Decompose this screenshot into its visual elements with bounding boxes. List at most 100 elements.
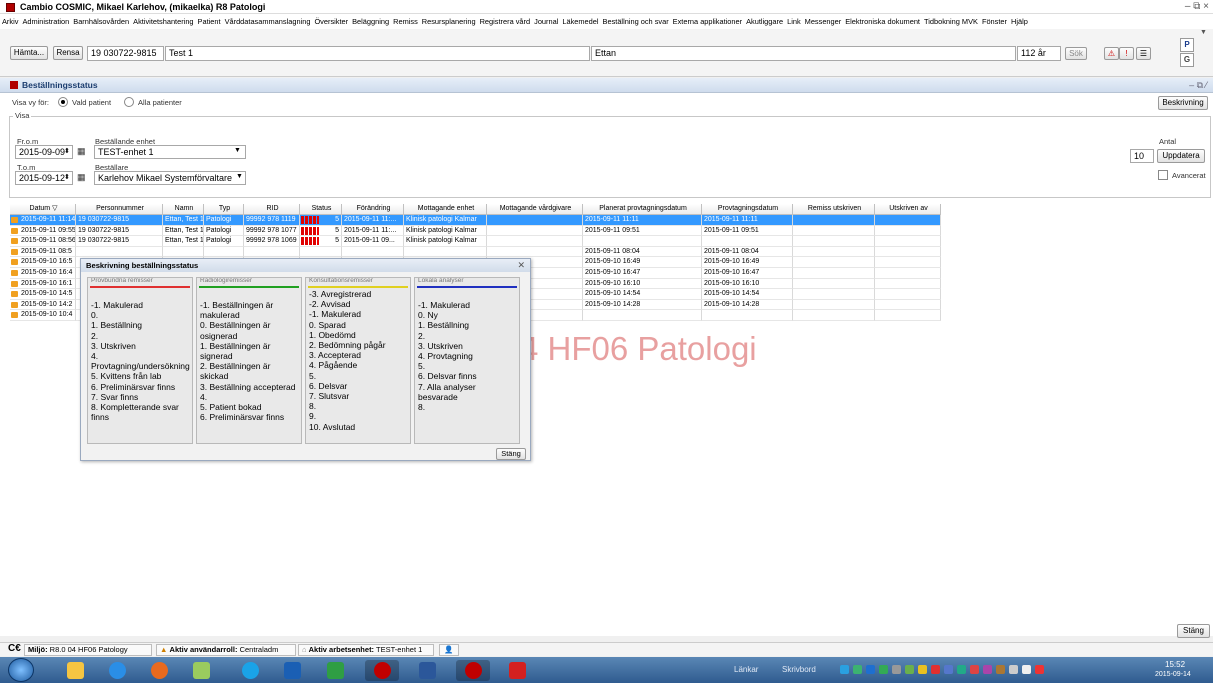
menu-item-16[interactable]: Link	[785, 14, 803, 26]
taskbar-app2-icon[interactable]	[184, 660, 218, 681]
panel-window-controls[interactable]: – ⧉ ⁄	[1189, 80, 1207, 91]
tray-icon[interactable]	[957, 665, 966, 674]
fetch-button[interactable]: Hämta...	[10, 46, 48, 60]
tray-icon[interactable]	[853, 665, 862, 674]
column-header[interactable]: Personnummer	[76, 204, 163, 215]
menu-item-14[interactable]: Externa applikationer	[671, 14, 744, 26]
tray-icon[interactable]	[866, 665, 875, 674]
menu-item-6[interactable]: Översikter	[312, 14, 350, 26]
patient-name-field[interactable]: Test 1	[165, 46, 590, 61]
tray-icon[interactable]	[931, 665, 940, 674]
close-button[interactable]: Stäng	[1177, 624, 1210, 638]
column-header[interactable]: Datum ▽	[10, 204, 76, 215]
clear-button[interactable]: Rensa	[53, 46, 83, 60]
count-field[interactable]: 10	[1130, 149, 1154, 163]
from-date-spinner[interactable]: ⬍	[64, 147, 70, 155]
search-button[interactable]: Sök	[1065, 47, 1087, 60]
menu-item-15[interactable]: Akutliggare	[744, 14, 785, 26]
taskbar-word-icon[interactable]	[410, 660, 444, 681]
column-header[interactable]: Planerat provtagningsdatum	[583, 204, 702, 215]
taskbar-cosmic2-icon[interactable]	[456, 660, 490, 681]
page-p-button[interactable]: P	[1180, 38, 1194, 52]
menu-item-19[interactable]: Tidbokning MVK	[922, 14, 980, 26]
column-header[interactable]: Utskriven av	[875, 204, 941, 215]
dialog-close-button[interactable]: Stäng	[496, 448, 526, 460]
tray-icon[interactable]	[1009, 665, 1018, 674]
column-header[interactable]: Förändring	[342, 204, 404, 215]
taskbar-explorer-icon[interactable]	[58, 660, 92, 681]
tray-icon[interactable]	[892, 665, 901, 674]
desktop-label[interactable]: Skrivbord	[782, 665, 816, 674]
taskbar-pdf-icon[interactable]	[500, 660, 534, 681]
alert-icon[interactable]: !	[1119, 47, 1134, 60]
tray-icon[interactable]	[840, 665, 849, 674]
user-icon[interactable]: 👤	[439, 644, 459, 656]
warning-icon[interactable]: ⚠	[1104, 47, 1119, 60]
to-calendar-icon[interactable]: ▦	[77, 172, 86, 183]
column-header[interactable]: Provtagningsdatum	[702, 204, 793, 215]
menu-item-1[interactable]: Administration	[20, 14, 71, 26]
list-icon[interactable]: ☰	[1136, 47, 1151, 60]
table-row[interactable]: 2015-09-11 11:14 19 030722-9815 Ettan, Tes…	[10, 215, 941, 226]
column-header[interactable]: Mottagande vårdgivare	[487, 204, 583, 215]
menu-item-4[interactable]: Patient	[196, 14, 223, 26]
taskbar-app-icon[interactable]	[142, 660, 176, 681]
advanced-checkbox[interactable]	[1158, 170, 1168, 180]
to-date-spinner[interactable]: ⬍	[64, 173, 70, 181]
tray-icon[interactable]	[970, 665, 979, 674]
table-row[interactable]: 2015-09-11 09:55 19 030722-9815 Ettan, Tes…	[10, 225, 941, 237]
tray-icon[interactable]	[918, 665, 927, 674]
page-g-button[interactable]: G	[1180, 53, 1194, 67]
taskbar-ie-icon[interactable]	[100, 660, 134, 681]
taskbar-skype-icon[interactable]	[233, 660, 267, 681]
menu-item-11[interactable]: Journal	[532, 14, 560, 26]
menu-item-21[interactable]: Hjälp	[1009, 14, 1030, 26]
menu-item-2[interactable]: Barnhälsovården	[71, 14, 131, 26]
tray-icon[interactable]	[879, 665, 888, 674]
patient-pnr-field[interactable]: 19 030722-9815	[87, 46, 164, 61]
table-row[interactable]: 2015-09-11 08:56 19 030722-9815 Ettan, Tes…	[10, 236, 941, 247]
radio-all-patients[interactable]	[124, 97, 134, 107]
orderer-select[interactable]: Karlehov Mikael Systemförvaltare	[94, 171, 246, 185]
radio-selected-patient[interactable]	[58, 97, 68, 107]
table-row[interactable]: 2015-09-11 08:5 2015-09-11 08:04 2015-09-1…	[10, 246, 941, 258]
menu-item-8[interactable]: Remiss	[391, 14, 420, 26]
column-header[interactable]: Mottagande enhet	[404, 204, 487, 215]
menu-item-9[interactable]: Resursplanering	[420, 14, 478, 26]
tray-icon[interactable]	[996, 665, 1005, 674]
unit-dropdown-chevron-icon[interactable]: ▼	[234, 147, 241, 154]
tray-icon[interactable]	[1035, 665, 1044, 674]
taskbar-app3-icon[interactable]	[318, 660, 352, 681]
start-button[interactable]	[8, 658, 34, 682]
description-button[interactable]: Beskrivning	[1158, 96, 1208, 110]
tray-icon[interactable]	[905, 665, 914, 674]
menu-item-3[interactable]: Aktivitetshantering	[131, 14, 195, 26]
column-header[interactable]: Status	[300, 204, 342, 215]
menu-item-12[interactable]: Läkemedel	[560, 14, 600, 26]
taskbar-outlook-icon[interactable]	[275, 660, 309, 681]
menu-item-10[interactable]: Registrera vård	[478, 14, 533, 26]
menu-item-17[interactable]: Messenger	[803, 14, 844, 26]
tray-icon[interactable]	[1022, 665, 1031, 674]
menu-item-0[interactable]: Arkiv	[0, 14, 20, 26]
tray-icon[interactable]	[983, 665, 992, 674]
from-calendar-icon[interactable]: ▦	[77, 146, 86, 157]
window-controls[interactable]: – ⧉ ×	[1185, 1, 1209, 12]
column-header[interactable]: RID	[244, 204, 300, 215]
links-label[interactable]: Länkar	[734, 665, 758, 674]
ordering-unit-select[interactable]: TEST-enhet 1	[94, 145, 246, 159]
close-icon[interactable]: ✕	[517, 260, 525, 271]
tray-icon[interactable]	[944, 665, 953, 674]
column-header[interactable]: Typ	[204, 204, 244, 215]
column-header[interactable]: Remiss utskriven	[793, 204, 875, 215]
chevron-down-icon[interactable]: ▼	[1200, 29, 1207, 36]
column-header[interactable]: Namn	[163, 204, 204, 215]
menu-item-18[interactable]: Elektroniska dokument	[843, 14, 922, 26]
menu-item-20[interactable]: Fönster	[980, 14, 1009, 26]
taskbar-cosmic-icon[interactable]	[365, 660, 399, 681]
update-button[interactable]: Uppdatera	[1157, 149, 1205, 163]
menu-item-13[interactable]: Beställning och svar	[601, 14, 671, 26]
menu-item-7[interactable]: Beläggning	[350, 14, 391, 26]
menu-item-5[interactable]: Vårddatasammanslagning	[223, 14, 313, 26]
orderer-dropdown-chevron-icon[interactable]: ▼	[236, 173, 243, 180]
